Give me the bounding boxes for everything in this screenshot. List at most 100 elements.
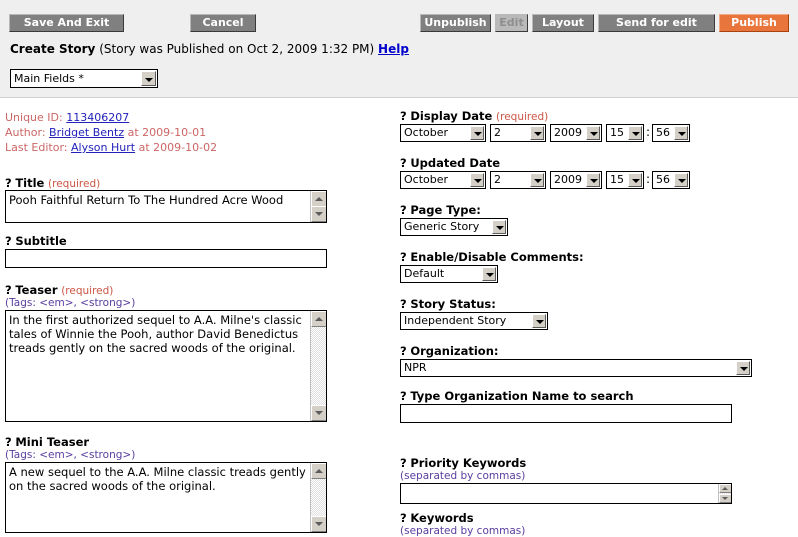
scroll-down-icon[interactable]	[719, 494, 731, 503]
unpublish-button[interactable]: Unpublish	[420, 14, 491, 32]
help-marker-icon[interactable]: ?	[400, 297, 407, 311]
chevron-down-icon	[628, 126, 642, 140]
comments-label: ? Enable/Disable Comments:	[400, 250, 584, 264]
mini-teaser-scrollbar-track[interactable]	[311, 479, 326, 516]
chevron-down-icon	[470, 173, 484, 187]
last-editor-label: Last Editor:	[5, 141, 68, 154]
subtitle-input[interactable]	[5, 249, 327, 268]
display-date-day-select[interactable]: 2	[490, 124, 546, 142]
story-status-select[interactable]: Independent Story	[400, 312, 548, 330]
display-date-year-select[interactable]: 2009	[550, 124, 602, 142]
teaser-scrollbar[interactable]	[310, 311, 326, 421]
scroll-up-icon[interactable]	[311, 463, 326, 479]
teaser-textarea[interactable]: In the first authorized sequel to A.A. M…	[5, 310, 327, 422]
display-date-month-select[interactable]: October	[400, 124, 486, 142]
mini-teaser-textarea[interactable]: A new sequel to the A.A. Milne classic t…	[5, 462, 327, 533]
priority-keywords-label: ? Priority Keywords	[400, 456, 527, 470]
priority-keywords-input[interactable]	[400, 483, 732, 504]
updated-date-month-select[interactable]: October	[400, 171, 486, 189]
display-date-month-value: October	[404, 126, 449, 139]
page-type-select[interactable]: Generic Story	[400, 218, 508, 236]
mini-teaser-label: ? Mini Teaser	[5, 435, 90, 449]
page-title-line: Create Story (Story was Published on Oct…	[10, 42, 409, 56]
unique-id-link[interactable]: 113406207	[66, 111, 129, 124]
mini-teaser-textarea-value: A new sequel to the A.A. Milne classic t…	[9, 465, 310, 493]
story-status-label: ? Story Status:	[400, 297, 496, 311]
view-mode-select[interactable]: Main Fields *	[10, 69, 158, 88]
scroll-up-icon[interactable]	[719, 484, 731, 493]
help-marker-icon[interactable]: ?	[400, 203, 407, 217]
last-editor-link[interactable]: Alyson Hurt	[71, 141, 135, 154]
last-editor-row: Last Editor: Alyson Hurt at 2009-10-02	[5, 141, 217, 154]
display-date-hour-value: 15	[610, 126, 624, 139]
display-date-minute-select[interactable]: 56	[652, 124, 690, 142]
help-marker-icon[interactable]: ?	[400, 250, 407, 264]
left-column: Unique ID: 113406207 Author: Bridget Ben…	[0, 98, 395, 533]
chevron-down-icon	[470, 126, 484, 140]
page-type-value: Generic Story	[404, 220, 480, 233]
help-marker-icon[interactable]: ?	[5, 283, 12, 297]
title-scrollbar[interactable]	[310, 191, 326, 222]
help-marker-icon[interactable]: ?	[400, 109, 407, 123]
priority-keywords-hint: (separated by commas)	[400, 470, 526, 482]
chevron-down-icon	[532, 314, 546, 328]
display-date-hour-select[interactable]: 15	[606, 124, 644, 142]
keywords-hint: (separated by commas)	[400, 525, 526, 537]
updated-date-minute-value: 56	[656, 173, 670, 186]
chevron-down-icon	[482, 267, 496, 281]
layout-button[interactable]: Layout	[532, 14, 594, 32]
help-marker-icon[interactable]: ?	[400, 344, 407, 358]
chevron-down-icon	[736, 361, 750, 375]
display-date-minute-value: 56	[656, 126, 670, 139]
unique-id-label: Unique ID:	[5, 111, 63, 124]
subtitle-label: ? Subtitle	[5, 234, 67, 248]
title-input[interactable]: Pooh Faithful Return To The Hundred Acre…	[5, 190, 327, 223]
mini-teaser-scrollbar[interactable]	[310, 463, 326, 532]
updated-date-year-select[interactable]: 2009	[550, 171, 602, 189]
help-marker-icon[interactable]: ?	[400, 456, 407, 470]
scroll-down-icon[interactable]	[311, 405, 326, 421]
chevron-down-icon	[628, 173, 642, 187]
help-marker-icon[interactable]: ?	[5, 176, 12, 190]
send-for-edit-button[interactable]: Send for edit	[598, 14, 715, 32]
cancel-button[interactable]: Cancel	[190, 14, 256, 32]
display-date-label: ? Display Date (required)	[400, 109, 549, 123]
priority-keywords-spinner[interactable]	[718, 484, 731, 503]
scroll-up-icon[interactable]	[311, 311, 326, 327]
scroll-down-icon[interactable]	[311, 206, 326, 222]
author-row: Author: Bridget Bentz at 2009-10-01	[5, 126, 206, 139]
chevron-down-icon	[674, 126, 688, 140]
chevron-down-icon	[674, 173, 688, 187]
updated-date-day-select[interactable]: 2	[490, 171, 546, 189]
help-link[interactable]: Help	[378, 42, 409, 56]
right-column: ? Display Date (required) October 2 2009…	[395, 98, 798, 537]
help-marker-icon[interactable]: ?	[400, 511, 407, 525]
chevron-down-icon	[530, 173, 544, 187]
scroll-down-icon[interactable]	[311, 516, 326, 532]
help-marker-icon[interactable]: ?	[5, 234, 12, 248]
updated-date-hour-select[interactable]: 15	[606, 171, 644, 189]
help-marker-icon[interactable]: ?	[5, 435, 12, 449]
scroll-up-icon[interactable]	[311, 191, 326, 207]
help-marker-icon[interactable]: ?	[400, 389, 407, 403]
chevron-down-icon	[586, 126, 600, 140]
updated-date-colon: :	[646, 172, 651, 186]
org-search-input[interactable]	[400, 404, 732, 423]
organization-select[interactable]: NPR	[400, 359, 752, 377]
teaser-scrollbar-track[interactable]	[311, 327, 326, 405]
comments-value: Default	[404, 267, 445, 280]
story-status-value: Independent Story	[404, 314, 507, 327]
title-input-value: Pooh Faithful Return To The Hundred Acre…	[9, 193, 284, 207]
display-date-colon: :	[646, 125, 651, 139]
comments-select[interactable]: Default	[400, 265, 498, 283]
updated-date-minute-select[interactable]: 56	[652, 171, 690, 189]
organization-value: NPR	[404, 361, 427, 374]
help-marker-icon[interactable]: ?	[400, 156, 407, 170]
last-editor-date: at 2009-10-02	[138, 141, 218, 154]
publish-button[interactable]: Publish	[719, 14, 789, 32]
save-and-exit-button[interactable]: Save And Exit	[9, 14, 124, 32]
teaser-label: ? Teaser (required)	[5, 283, 114, 297]
organization-label: ? Organization:	[400, 344, 499, 358]
view-mode-select-value: Main Fields *	[14, 72, 84, 85]
author-link[interactable]: Bridget Bentz	[49, 126, 124, 139]
